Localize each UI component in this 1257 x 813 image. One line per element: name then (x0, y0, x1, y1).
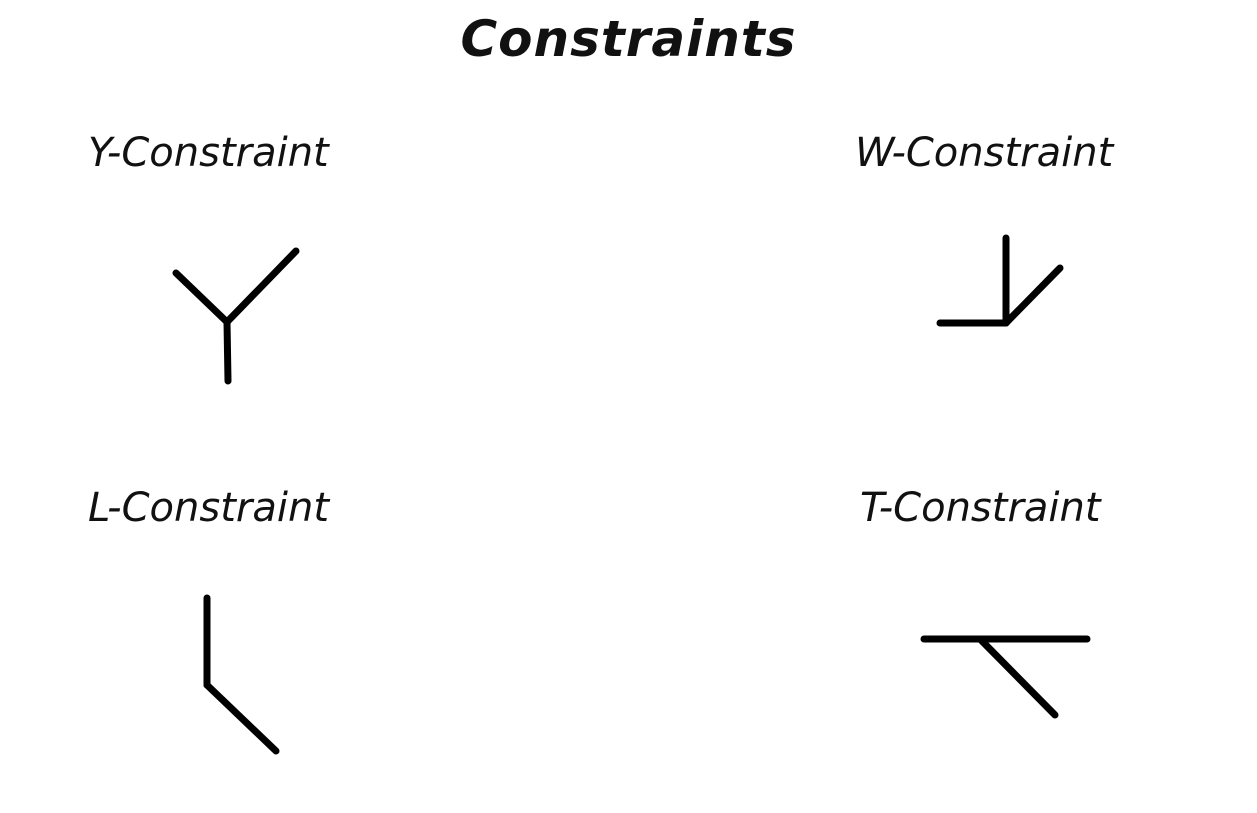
y-right-arm (223, 247, 300, 326)
y-constraint-glyph (172, 247, 300, 385)
y-left-arm (172, 269, 231, 326)
w-constraint-glyph (936, 234, 1064, 327)
w-diagonal (1002, 264, 1064, 327)
l-constraint-glyph (203, 594, 280, 755)
constraint-glyphs (172, 234, 1091, 755)
t-constraint-glyph (920, 635, 1091, 719)
t-diagonal (976, 635, 1059, 719)
y-stem (223, 318, 232, 385)
l-diagonal (203, 681, 280, 755)
